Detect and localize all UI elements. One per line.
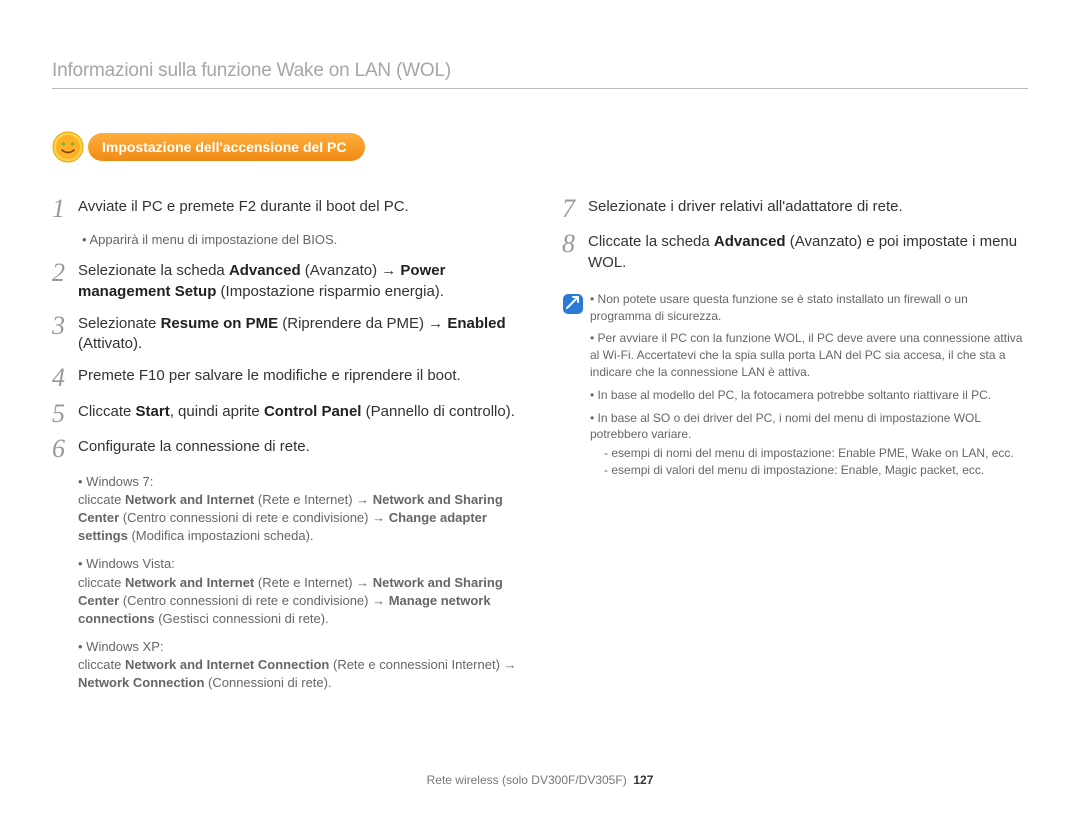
left-column: 1 Avviate il PC e premete F2 durante il … (52, 197, 518, 703)
two-column-layout: 1 Avviate il PC e premete F2 durante il … (52, 197, 1028, 703)
step-number: 3 (52, 314, 78, 355)
step-6: 6 Configurate la connessione di rete. (52, 437, 518, 460)
section-heading-row: Impostazione dell'accensione del PC (52, 131, 1028, 163)
smiley-sun-icon (52, 131, 84, 163)
note-item: In base al modello del PC, la fotocamera… (590, 387, 1028, 404)
step-text: Selezionate i driver relativi all'adatta… (588, 197, 903, 220)
step-number: 1 (52, 197, 78, 220)
step-1: 1 Avviate il PC e premete F2 durante il … (52, 197, 518, 220)
step-7: 7 Selezionate i driver relativi all'adat… (562, 197, 1028, 220)
note-box: Non potete usare questa funzione se è st… (562, 291, 1028, 485)
section-heading-pill: Impostazione dell'accensione del PC (88, 133, 365, 161)
step-text: Avviate il PC e premete F2 durante il bo… (78, 197, 409, 220)
step-text: Selezionate la scheda Advanced (Avanzato… (78, 261, 518, 302)
step-number: 5 (52, 402, 78, 425)
step-1-sub: Apparirà il menu di impostazione del BIO… (82, 232, 518, 247)
page-number: 127 (633, 773, 653, 787)
manual-page: Informazioni sulla funzione Wake on LAN … (0, 0, 1080, 815)
note-subitem: esempi di valori del menu di impostazion… (604, 462, 1028, 479)
step-number: 8 (562, 232, 588, 273)
step-8: 8 Cliccate la scheda Advanced (Avanzato)… (562, 232, 1028, 273)
step-5: 5 Cliccate Start, quindi aprite Control … (52, 402, 518, 425)
step-text: Cliccate la scheda Advanced (Avanzato) e… (588, 232, 1028, 273)
footer-section: Rete wireless (solo DV300F/DV305F) (427, 773, 627, 787)
note-item: In base al SO o dei driver del PC, i nom… (590, 410, 1028, 479)
step-number: 4 (52, 366, 78, 389)
step-text: Selezionate Resume on PME (Riprendere da… (78, 314, 518, 355)
step-number: 6 (52, 437, 78, 460)
step-4: 4 Premete F10 per salvare le modifiche e… (52, 366, 518, 389)
step-number: 7 (562, 197, 588, 220)
right-column: 7 Selezionate i driver relativi all'adat… (562, 197, 1028, 703)
page-header: Informazioni sulla funzione Wake on LAN … (52, 60, 1028, 89)
note-item: Per avviare il PC con la funzione WOL, i… (590, 330, 1028, 380)
note-icon (562, 293, 584, 315)
page-footer: Rete wireless (solo DV300F/DV305F) 127 (0, 773, 1080, 787)
step-text: Cliccate Start, quindi aprite Control Pa… (78, 402, 515, 425)
step-2: 2 Selezionate la scheda Advanced (Avanza… (52, 261, 518, 302)
step-text: Premete F10 per salvare le modifiche e r… (78, 366, 461, 389)
note-subitem: esempi di nomi del menu di impostazione:… (604, 445, 1028, 462)
step-number: 2 (52, 261, 78, 302)
step-6-sub: Windows 7: cliccate Network and Internet… (78, 473, 518, 693)
note-item: Non potete usare questa funzione se è st… (590, 291, 1028, 325)
step-3: 3 Selezionate Resume on PME (Riprendere … (52, 314, 518, 355)
note-list: Non potete usare questa funzione se è st… (590, 291, 1028, 485)
step-text: Configurate la connessione di rete. (78, 437, 310, 460)
